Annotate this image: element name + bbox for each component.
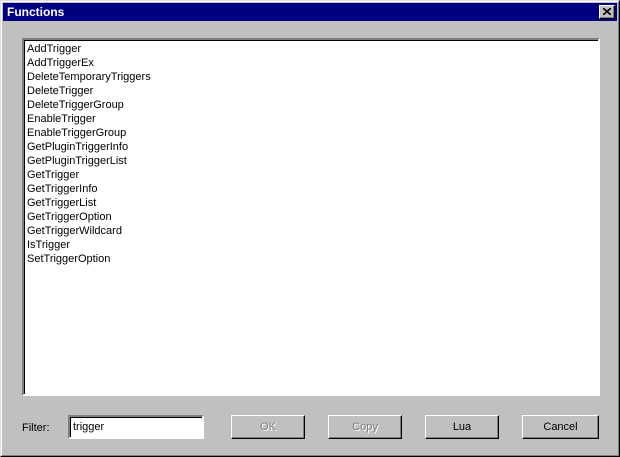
list-item[interactable]: GetTriggerOption	[27, 210, 598, 224]
lua-button[interactable]: Lua	[425, 415, 499, 439]
ok-button[interactable]: OK	[231, 415, 305, 439]
list-item[interactable]: EnableTriggerGroup	[27, 126, 598, 140]
list-item[interactable]: GetPluginTriggerList	[27, 154, 598, 168]
list-item[interactable]: GetTriggerWildcard	[27, 224, 598, 238]
list-item[interactable]: GetTriggerInfo	[27, 182, 598, 196]
list-item[interactable]: DeleteTrigger	[27, 84, 598, 98]
filter-input[interactable]	[68, 415, 204, 439]
list-item[interactable]: GetPluginTriggerInfo	[27, 140, 598, 154]
list-item[interactable]: DeleteTriggerGroup	[27, 98, 598, 112]
copy-button[interactable]: Copy	[328, 415, 402, 439]
functions-list[interactable]: AddTrigger AddTriggerEx DeleteTemporaryT…	[22, 38, 600, 396]
list-item[interactable]: GetTrigger	[27, 168, 598, 182]
close-icon	[603, 8, 611, 15]
list-item[interactable]: AddTriggerEx	[27, 56, 598, 70]
window-title: Functions	[7, 5, 65, 19]
close-button[interactable]	[599, 5, 615, 19]
list-item[interactable]: SetTriggerOption	[27, 252, 598, 266]
list-item[interactable]: IsTrigger	[27, 238, 598, 252]
functions-dialog: Functions AddTrigger AddTriggerEx Delete…	[0, 0, 620, 457]
functions-list-items: AddTrigger AddTriggerEx DeleteTemporaryT…	[24, 40, 598, 266]
cancel-button[interactable]: Cancel	[522, 415, 599, 439]
list-item[interactable]: DeleteTemporaryTriggers	[27, 70, 598, 84]
title-bar[interactable]: Functions	[3, 3, 617, 21]
list-item[interactable]: EnableTrigger	[27, 112, 598, 126]
list-item[interactable]: AddTrigger	[27, 42, 598, 56]
list-item[interactable]: GetTriggerList	[27, 196, 598, 210]
filter-label: Filter:	[22, 422, 50, 434]
